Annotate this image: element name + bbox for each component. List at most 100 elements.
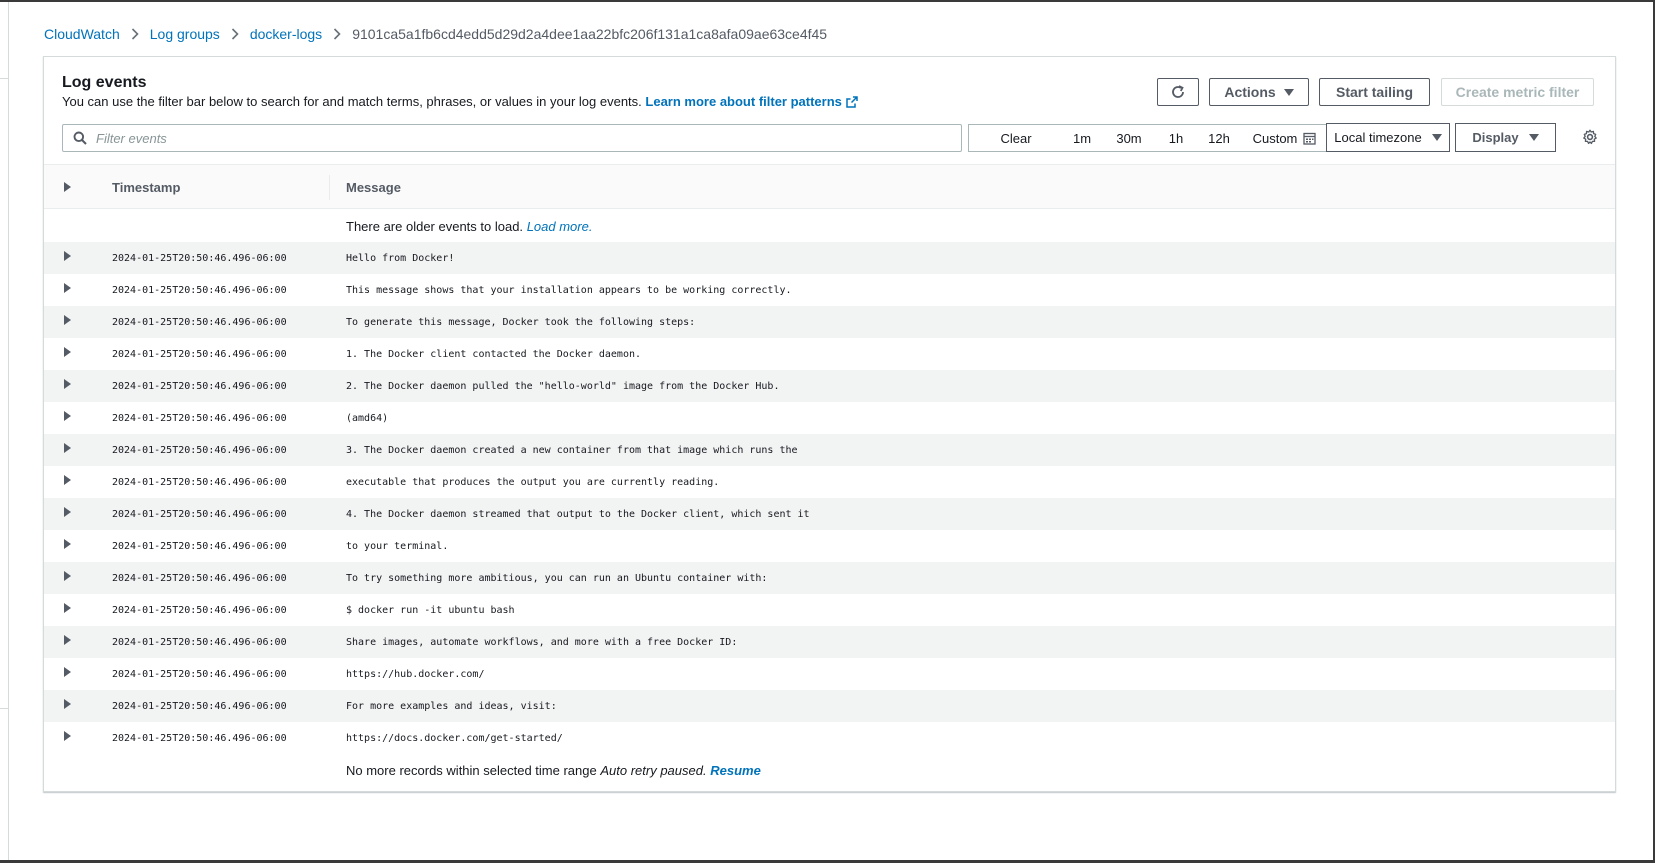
log-events-table: There are older events to load. Load mor… [44,210,1615,786]
caret-right-icon[interactable] [64,411,71,421]
caret-right-icon[interactable] [64,603,71,613]
left-nav-tick [0,708,8,709]
table-row[interactable]: 2024-01-25T20:50:46.496-06:00 to your ter… [44,530,1615,562]
row-timestamp: 2024-01-25T20:50:46.496-06:00 [112,445,287,456]
caret-right-icon[interactable] [64,635,71,645]
caret-right-icon[interactable] [64,315,71,325]
older-events-notice: There are older events to load. Load mor… [44,210,1615,242]
create-metric-filter-button[interactable]: Create metric filter [1441,78,1594,106]
column-header-timestamp[interactable]: Timestamp [112,180,180,195]
description-text: You can use the filter bar below to sear… [62,94,642,109]
column-header-message[interactable]: Message [346,180,401,195]
caret-right-icon[interactable] [64,443,71,453]
table-row[interactable]: 2024-01-25T20:50:46.496-06:00 1. The Dock… [44,338,1615,370]
timezone-dropdown[interactable]: Local timezone [1326,123,1450,152]
row-message: Share images, automate workflows, and mo… [346,637,738,648]
table-row[interactable]: 2024-01-25T20:50:46.496-06:00 To try some… [44,562,1615,594]
caret-right-icon[interactable] [64,283,71,293]
caret-right-icon[interactable] [64,731,71,741]
chevron-right-icon [333,28,341,40]
row-timestamp: 2024-01-25T20:50:46.496-06:00 [112,477,287,488]
end-notice-text: No more records within selected time ran… [346,763,597,778]
row-timestamp: 2024-01-25T20:50:46.496-06:00 [112,637,287,648]
table-row[interactable]: 2024-01-25T20:50:46.496-06:00 (amd64) [44,402,1615,434]
refresh-icon [1172,85,1184,98]
table-row[interactable]: 2024-01-25T20:50:46.496-06:00 2. The Dock… [44,370,1615,402]
row-timestamp: 2024-01-25T20:50:46.496-06:00 [112,733,287,744]
row-message: executable that produces the output you … [346,477,720,488]
table-row[interactable]: 2024-01-25T20:50:46.496-06:00 executable … [44,466,1615,498]
expand-all-icon[interactable] [64,182,71,192]
create-metric-filter-label: Create metric filter [1455,84,1580,100]
panel-description: You can use the filter bar below to sear… [62,94,858,111]
row-timestamp: 2024-01-25T20:50:46.496-06:00 [112,253,287,264]
caret-right-icon[interactable] [64,571,71,581]
table-row[interactable]: 2024-01-25T20:50:46.496-06:00 Hello from … [44,242,1615,274]
left-nav-edge [8,2,9,860]
time-range-1h[interactable]: 1h [1157,125,1195,151]
row-timestamp: 2024-01-25T20:50:46.496-06:00 [112,541,287,552]
log-rows: 2024-01-25T20:50:46.496-06:00 Hello from … [44,242,1615,754]
breadcrumb-cloudwatch[interactable]: CloudWatch [44,26,120,42]
end-of-records-notice: No more records within selected time ran… [44,754,1615,786]
custom-label: Custom [1252,130,1298,146]
row-timestamp: 2024-01-25T20:50:46.496-06:00 [112,669,287,680]
caret-right-icon[interactable] [64,379,71,389]
start-tailing-button[interactable]: Start tailing [1319,78,1430,106]
table-row[interactable]: 2024-01-25T20:50:46.496-06:00 3. The Dock… [44,434,1615,466]
caret-right-icon[interactable] [64,539,71,549]
table-row[interactable]: 2024-01-25T20:50:46.496-06:00 $ docker ru… [44,594,1615,626]
filter-events-box [62,124,962,152]
caret-right-icon[interactable] [64,251,71,261]
time-range-custom[interactable]: Custom [1243,125,1326,151]
filter-events-input[interactable] [96,130,956,146]
table-row[interactable]: 2024-01-25T20:50:46.496-06:00 https://doc… [44,722,1615,754]
table-row[interactable]: 2024-01-25T20:50:46.496-06:00 For more ex… [44,690,1615,722]
left-nav-tick [0,78,8,79]
row-message: (amd64) [346,413,389,424]
column-divider [329,175,330,200]
row-message: To generate this message, Docker took th… [346,317,696,328]
time-range-12h[interactable]: 12h [1195,125,1243,151]
table-row[interactable]: 2024-01-25T20:50:46.496-06:00 Share image… [44,626,1615,658]
calendar-icon [1303,132,1317,145]
caret-right-icon[interactable] [64,699,71,709]
caret-right-icon[interactable] [64,347,71,357]
caret-right-icon[interactable] [64,667,71,677]
time-range-clear[interactable]: Clear [969,125,1063,151]
refresh-button[interactable] [1157,78,1199,106]
caret-right-icon[interactable] [64,475,71,485]
row-timestamp: 2024-01-25T20:50:46.496-06:00 [112,701,287,712]
auto-retry-text: Auto retry paused. [600,763,707,778]
learn-more-link[interactable]: Learn more about filter patterns [645,94,858,109]
time-range-1m[interactable]: 1m [1063,125,1101,151]
actions-dropdown-button[interactable]: Actions [1209,78,1309,106]
caret-right-icon[interactable] [64,507,71,517]
display-label: Display [1472,130,1519,145]
row-timestamp: 2024-01-25T20:50:46.496-06:00 [112,349,287,360]
breadcrumb-log-groups[interactable]: Log groups [150,26,220,42]
row-message: 3. The Docker daemon created a new conta… [346,445,798,456]
breadcrumb-docker-logs[interactable]: docker-logs [250,26,322,42]
table-row[interactable]: 2024-01-25T20:50:46.496-06:00 https://hub… [44,658,1615,690]
time-range-30m[interactable]: 30m [1101,125,1157,151]
row-message: For more examples and ideas, visit: [346,701,557,712]
breadcrumb: CloudWatch Log groups docker-logs 9101ca… [44,24,827,44]
table-row[interactable]: 2024-01-25T20:50:46.496-06:00 To generate… [44,306,1615,338]
row-timestamp: 2024-01-25T20:50:46.496-06:00 [112,381,287,392]
row-message: https://docs.docker.com/get-started/ [346,733,563,744]
panel-title: Log events [62,74,147,91]
row-message: Hello from Docker! [346,253,455,264]
table-row[interactable]: 2024-01-25T20:50:46.496-06:00 4. The Dock… [44,498,1615,530]
window-top-border [0,0,1655,2]
chevron-right-icon [131,28,139,40]
row-message: 2. The Docker daemon pulled the "hello-w… [346,381,780,392]
gear-icon[interactable] [1582,129,1598,145]
display-dropdown[interactable]: Display [1455,123,1556,152]
timezone-label: Local timezone [1334,130,1422,145]
load-more-link[interactable]: Load more. [527,219,593,234]
row-timestamp: 2024-01-25T20:50:46.496-06:00 [112,509,287,520]
table-row[interactable]: 2024-01-25T20:50:46.496-06:00 This messag… [44,274,1615,306]
resume-link[interactable]: Resume [710,763,761,778]
row-message: to your terminal. [346,541,449,552]
